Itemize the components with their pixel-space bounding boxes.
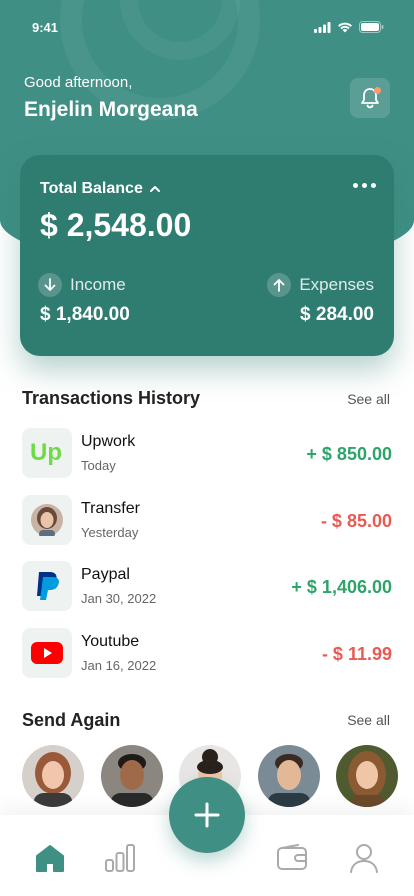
transaction-amount: + $ 850.00: [306, 444, 392, 464]
profile-icon: [350, 844, 378, 873]
svg-text:Up: Up: [30, 439, 62, 466]
signal-icon: [314, 21, 331, 33]
transaction-row[interactable]: Up Upwork Today + $ 850.00: [22, 425, 392, 492]
send-again-see-all-link[interactable]: See all: [347, 712, 390, 728]
expenses-value: $ 284.00: [300, 304, 374, 325]
transactions-list: Up Upwork Today + $ 850.00 Transfer Yest…: [22, 425, 392, 691]
stats-icon: [105, 844, 135, 872]
chevron-up-icon: [149, 186, 160, 192]
balance-title[interactable]: Total Balance: [40, 180, 161, 198]
arrow-down-icon: [38, 273, 62, 297]
transfer-avatar-icon: [22, 494, 72, 545]
contact-avatar[interactable]: [336, 745, 398, 807]
balance-amount: $ 2,548.00: [40, 207, 192, 243]
balance-card: Total Balance $ 2,548.00 Income Expenses…: [20, 155, 394, 356]
wallet-icon: [277, 844, 307, 870]
transactions-see-all-link[interactable]: See all: [347, 391, 390, 407]
wifi-icon: [338, 22, 352, 32]
upwork-logo-icon: Up: [22, 428, 72, 478]
more-options-icon[interactable]: [353, 183, 376, 188]
paypal-logo-icon: [22, 561, 72, 611]
transaction-name: Paypal: [81, 566, 130, 583]
greeting-text: Good afternoon,: [24, 74, 133, 91]
battery-icon: [359, 21, 384, 33]
income-label: Income: [70, 275, 126, 294]
notifications-button[interactable]: [350, 78, 390, 118]
contact-avatar[interactable]: [100, 745, 163, 807]
tab-profile[interactable]: [347, 841, 381, 875]
home-icon: [36, 845, 64, 872]
transaction-date: Yesterday: [81, 524, 139, 540]
transaction-amount: - $ 11.99: [321, 643, 392, 664]
contact-avatar[interactable]: [257, 745, 320, 807]
balance-title-label: Total Balance: [40, 180, 143, 197]
income-value: $ 1,840.00: [40, 304, 130, 325]
transaction-name: Youtube: [81, 632, 140, 650]
plus-icon: [194, 802, 220, 828]
youtube-logo-icon: [22, 627, 72, 678]
transactions-title: Transactions History: [22, 388, 201, 408]
transaction-name: Upwork: [81, 433, 136, 450]
send-again-title: Send Again: [22, 710, 121, 730]
status-time: 9:41: [32, 19, 59, 35]
tab-wallet[interactable]: [275, 841, 309, 875]
transaction-date: Jan 30, 2022: [81, 591, 157, 606]
status-bar: 9:41: [32, 18, 384, 36]
user-name: Enjelin Morgeana: [24, 98, 198, 121]
arrow-up-icon: [267, 273, 292, 297]
expenses-label: Expenses: [299, 275, 374, 294]
transaction-row[interactable]: Transfer Yesterday - $ 85.00: [22, 492, 392, 559]
tab-home[interactable]: [33, 841, 67, 875]
transaction-date: Jan 16, 2022: [81, 657, 157, 673]
transaction-row[interactable]: Paypal Jan 30, 2022 + $ 1,406.00: [22, 558, 392, 625]
income-label-group: Income: [38, 273, 126, 297]
tab-statistics[interactable]: [103, 841, 137, 875]
expenses-label-group: Expenses: [267, 273, 374, 297]
add-button[interactable]: [169, 777, 245, 853]
transaction-name: Transfer: [81, 499, 140, 517]
transaction-amount: + $ 1,406.00: [291, 577, 392, 597]
notification-dot: [374, 87, 381, 94]
transaction-date: Today: [81, 458, 116, 473]
transaction-amount: - $ 85.00: [320, 510, 392, 531]
contact-avatar[interactable]: [22, 745, 84, 807]
status-icons: [314, 21, 384, 33]
transaction-row[interactable]: Youtube Jan 16, 2022 - $ 11.99: [22, 625, 392, 692]
